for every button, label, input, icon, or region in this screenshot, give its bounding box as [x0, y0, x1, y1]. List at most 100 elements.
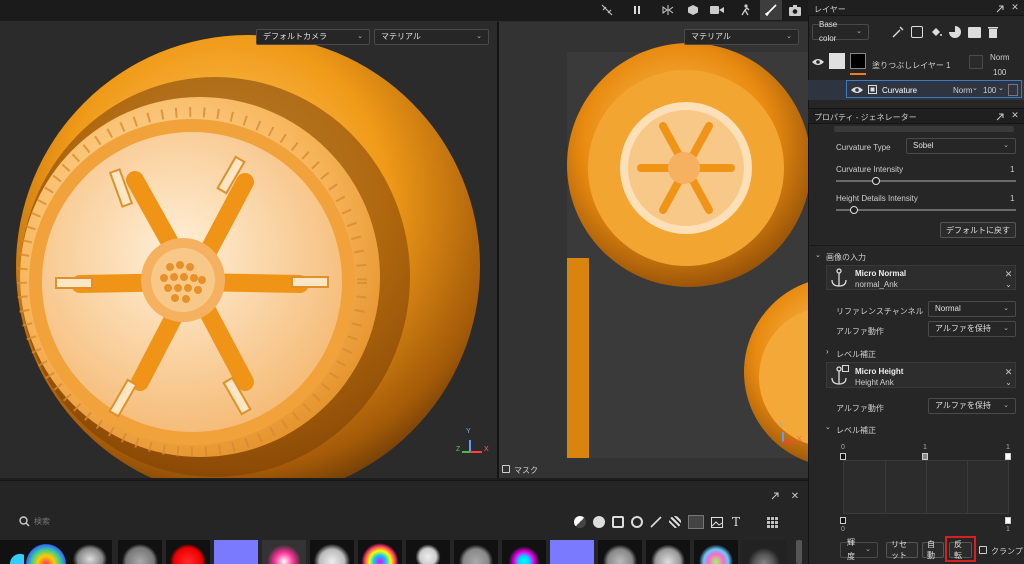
shelf-thumb-14[interactable]	[598, 540, 642, 564]
puppet-icon[interactable]	[738, 3, 752, 17]
maximize-icon[interactable]	[770, 491, 780, 501]
material-select-left[interactable]: マテリアル ⌄	[374, 29, 489, 45]
maximize-icon[interactable]	[995, 4, 1004, 13]
brush-icon[interactable]	[764, 3, 778, 17]
close-icon[interactable]: ✕	[1004, 367, 1013, 377]
layer2-blend[interactable]: Norm	[953, 86, 973, 95]
layer-thumb-color[interactable]	[829, 53, 845, 69]
shelf-thumb-07[interactable]	[262, 540, 306, 564]
camera-select[interactable]: デフォルトカメラ ⌄	[256, 29, 370, 45]
folder-icon[interactable]	[968, 26, 981, 38]
shelf-thumb-04[interactable]	[118, 540, 162, 564]
levels-output-black-handle[interactable]	[840, 517, 846, 524]
levels-input-white-handle[interactable]	[1005, 453, 1011, 460]
expand-chevron-icon[interactable]: ⌄	[825, 423, 831, 431]
shelf-thumb-10[interactable]	[406, 540, 450, 564]
shelf-thumb-15[interactable]	[646, 540, 690, 564]
expand-chevron-icon[interactable]: ›	[826, 347, 829, 356]
layer2-opacity-chev[interactable]: ⌄	[998, 84, 1004, 92]
shelf-thumb-08[interactable]	[310, 540, 354, 564]
layer2-blend-chev[interactable]: ⌄	[972, 84, 978, 92]
shelf-thumb-17[interactable]	[742, 540, 786, 564]
maximize-icon[interactable]	[995, 112, 1004, 121]
collapse-icon[interactable]: ⌄	[1004, 378, 1013, 387]
mask-add-icon[interactable]	[911, 26, 923, 38]
link-off-icon[interactable]	[600, 3, 614, 17]
particle-icon[interactable]	[669, 516, 681, 528]
image-input-section[interactable]: 画像の入力	[826, 252, 866, 263]
shelf-thumb-03[interactable]	[68, 540, 112, 564]
camera-icon[interactable]	[788, 3, 802, 17]
shelf-thumb-09[interactable]	[358, 540, 402, 564]
shelf-thumb-16[interactable]	[694, 540, 738, 564]
add-effect-icon[interactable]	[892, 26, 904, 38]
brush-preset-icon[interactable]	[650, 516, 662, 528]
curvature-intensity-knob[interactable]	[871, 177, 880, 185]
layer2-opacity[interactable]: 100	[983, 86, 996, 95]
viewport-3d[interactable]: Y Z X	[0, 22, 497, 478]
layer1-blend[interactable]: Norm	[990, 53, 1010, 62]
layer1-opacity[interactable]: 100	[993, 68, 1006, 77]
levels-output-white-handle[interactable]	[1005, 517, 1011, 524]
video-camera-icon[interactable]	[708, 3, 726, 17]
shelf-thumb-06[interactable]	[214, 540, 258, 564]
viewport-2d[interactable]: Y X	[499, 22, 808, 478]
reset-defaults-button[interactable]: デフォルトに戻す	[940, 222, 1016, 238]
alpha-select-1[interactable]: アルファを保持 ⌄	[928, 321, 1016, 337]
eye-icon[interactable]	[851, 85, 863, 95]
height-details-knob[interactable]	[850, 206, 858, 214]
layer-styles-icon[interactable]	[949, 26, 961, 38]
shelf-scrollbar[interactable]	[796, 540, 802, 564]
alpha-select-2[interactable]: アルファを保持 ⌄	[928, 398, 1016, 414]
symmetry-icon[interactable]	[660, 3, 678, 17]
close-icon[interactable]: ✕	[1004, 269, 1013, 279]
levels-auto-button[interactable]: 自動	[922, 540, 944, 560]
text-tool-icon[interactable]: T	[730, 515, 742, 529]
fill-bucket-icon[interactable]	[930, 26, 942, 38]
height-details-value[interactable]: 1	[1010, 194, 1014, 203]
image-icon[interactable]	[711, 516, 723, 528]
shelf-thumb-05[interactable]	[166, 540, 210, 564]
levels-reset-button[interactable]: リセット	[886, 540, 918, 560]
levels-top-label-2: 1	[1006, 444, 1010, 451]
eye-icon[interactable]	[812, 57, 824, 67]
trash-icon[interactable]	[988, 26, 998, 38]
height-details-track[interactable]	[836, 209, 1016, 211]
curvature-type-select[interactable]: Sobel ⌄	[906, 138, 1016, 154]
shelf-search-input[interactable]	[34, 514, 234, 528]
collapse-icon[interactable]: ⌄	[1004, 280, 1013, 289]
levels-input-black-handle[interactable]	[840, 453, 846, 460]
curvature-intensity-value[interactable]: 1	[1010, 165, 1014, 174]
levels-input-mid-handle[interactable]	[922, 453, 928, 460]
level-section-2[interactable]: レベル補正	[836, 425, 876, 436]
levels-mode-select[interactable]: 輝度 ⌄	[840, 538, 878, 561]
texture-grid-icon[interactable]	[688, 515, 704, 529]
mask-checkbox[interactable]	[502, 465, 510, 473]
smart-material-icon[interactable]	[593, 516, 605, 528]
filter-icon[interactable]	[631, 516, 643, 528]
grid-view-icon[interactable]	[767, 516, 779, 528]
shelf-thumb-13[interactable]	[550, 540, 594, 564]
pause-icon[interactable]	[630, 3, 644, 17]
shelf-thumb-12[interactable]	[502, 540, 546, 564]
close-icon[interactable]: ✕	[790, 491, 800, 502]
levels-invert-button[interactable]: 反転	[949, 540, 972, 560]
cube-icon[interactable]	[684, 3, 702, 17]
close-icon[interactable]: ✕	[1010, 110, 1020, 120]
curvature-intensity-track[interactable]	[836, 180, 1016, 182]
reference-channel-select[interactable]: Normal ⌄	[928, 301, 1016, 317]
layer2-more[interactable]	[1008, 84, 1018, 96]
layer-thumb-mask[interactable]	[850, 53, 866, 69]
clamp-checkbox[interactable]	[979, 546, 987, 554]
layer1-blend-box[interactable]	[969, 55, 983, 69]
shelf-thumb-02[interactable]	[24, 540, 68, 564]
smart-mask-icon[interactable]	[612, 516, 624, 528]
level-section-1[interactable]: レベル補正	[836, 349, 876, 360]
channel-select[interactable]: Base color ⌄	[812, 20, 869, 43]
close-icon[interactable]: ✕	[1010, 2, 1020, 12]
shelf-thumb-11[interactable]	[454, 540, 498, 564]
levels-graph[interactable]	[843, 460, 1009, 514]
material-select-right[interactable]: マテリアル ⌄	[684, 29, 799, 45]
material-filter-icon[interactable]	[574, 516, 586, 528]
expand-chevron-icon[interactable]: ⌄	[815, 251, 821, 259]
